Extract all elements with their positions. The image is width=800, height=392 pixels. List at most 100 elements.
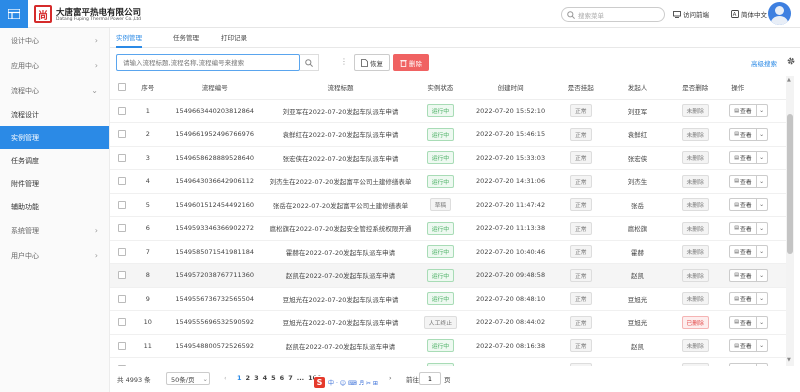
table-row[interactable]: 3 1549658628889528640 张宏侠在2022-07-20发起车队派车… xyxy=(110,146,786,170)
checkbox[interactable] xyxy=(117,130,126,139)
view-button[interactable]: ▤查看 xyxy=(730,318,755,327)
checkbox[interactable] xyxy=(117,271,126,280)
sidebar-item-0[interactable]: 流程设计 xyxy=(0,103,109,126)
col-header-deleted[interactable]: 是否删除 xyxy=(667,76,724,100)
ime-item[interactable]: ⊞ xyxy=(373,380,378,387)
table-row[interactable]: 2 1549661952496766976 袁鲜红在2022-07-20发起车队派车… xyxy=(110,122,786,147)
row-checkbox[interactable] xyxy=(110,193,134,217)
advanced-search-link[interactable]: 高级搜索 xyxy=(751,58,777,68)
view-button[interactable]: ▤查看 xyxy=(730,294,755,304)
chevron-down-icon[interactable]: ⌄ xyxy=(755,222,767,234)
chevron-down-icon[interactable]: ⌄ xyxy=(755,199,767,211)
scroll-down-icon[interactable]: ▼ xyxy=(787,357,791,363)
ime-item[interactable]: ♬ xyxy=(359,380,364,387)
page-number[interactable]: ... xyxy=(297,374,304,382)
view-button[interactable]: ▤查看 xyxy=(730,130,755,139)
checkbox[interactable] xyxy=(117,224,126,233)
chevron-down-icon[interactable]: ⌄ xyxy=(755,316,767,328)
ime-item[interactable]: · xyxy=(336,380,338,387)
keyword-search-input[interactable] xyxy=(116,54,300,71)
checkbox[interactable] xyxy=(117,247,126,256)
table-scrollbar[interactable]: ▲ ▼ xyxy=(786,76,794,366)
row-checkbox[interactable] xyxy=(110,216,134,241)
chevron-down-icon[interactable]: ⌄ xyxy=(755,293,767,305)
sidebar-item-2[interactable]: 任务调度 xyxy=(0,149,109,172)
checkbox[interactable] xyxy=(117,177,126,186)
page-size-select[interactable]: 50条/页 ⌄ xyxy=(166,372,210,385)
view-button[interactable]: ▤查看 xyxy=(730,224,755,233)
view-button[interactable]: ▤查看 xyxy=(730,200,755,210)
page-number[interactable]: 3 xyxy=(254,374,259,382)
chevron-down-icon[interactable]: ⌄ xyxy=(755,246,767,258)
view-button[interactable]: ▤查看 xyxy=(730,271,755,280)
page-number[interactable]: 6 xyxy=(280,374,285,382)
sidebar-item-4[interactable]: 辅助功能 xyxy=(0,195,109,218)
col-header-title[interactable]: 流程标题 xyxy=(267,76,414,100)
table-row[interactable]: 7 1549585071541981184 霍赫在2022-07-20发起车队派车申… xyxy=(110,240,786,264)
table-row[interactable]: 121549428352739944480张琨在2022-07-19发起公务接待… xyxy=(110,357,786,366)
row-checkbox[interactable] xyxy=(110,263,134,288)
ime-logo[interactable]: S xyxy=(314,377,325,388)
col-header-suspend[interactable]: 是否挂起 xyxy=(553,76,608,100)
row-checkbox[interactable] xyxy=(110,334,134,358)
sidebar-item-1[interactable]: 实例管理 xyxy=(0,126,109,149)
ime-item[interactable]: 中 xyxy=(328,380,334,387)
sidebar-group-bottom-1[interactable]: 用户中心 › xyxy=(0,243,109,268)
sidebar-group-1[interactable]: 应用中心 › xyxy=(0,53,109,78)
sidebar-group-0[interactable]: 设计中心 › xyxy=(0,28,109,53)
row-checkbox[interactable] xyxy=(110,287,134,311)
checkbox[interactable] xyxy=(117,318,126,327)
page-number[interactable]: 1 xyxy=(237,374,242,382)
col-header-time[interactable]: 创建时间 xyxy=(467,76,554,100)
delete-button[interactable]: 删除 xyxy=(393,54,429,71)
more-vertical-icon[interactable]: ⋮ xyxy=(340,57,348,66)
sidebar-group-bottom-0[interactable]: 系统管理 › xyxy=(0,218,109,243)
row-checkbox[interactable] xyxy=(110,357,134,366)
column-settings-button[interactable] xyxy=(786,56,796,68)
table-row[interactable]: 5 1549601512454492160 张岳在2022-07-20发起富平公司土… xyxy=(110,193,786,217)
row-checkbox[interactable] xyxy=(110,146,134,170)
checkbox[interactable] xyxy=(117,153,126,162)
view-button[interactable]: ▤查看 xyxy=(730,153,755,163)
page-number[interactable]: 5 xyxy=(271,374,276,382)
chevron-down-icon[interactable]: ⌄ xyxy=(755,152,767,164)
view-button[interactable]: ▤查看 xyxy=(730,247,755,257)
ime-item[interactable]: ✂ xyxy=(366,380,371,387)
chevron-down-icon[interactable]: ⌄ xyxy=(755,340,767,352)
view-button[interactable]: ▤查看 xyxy=(730,341,755,351)
chevron-down-icon[interactable]: ⌄ xyxy=(755,105,767,117)
row-checkbox[interactable] xyxy=(110,310,134,335)
chevron-down-icon[interactable]: ⌄ xyxy=(755,128,767,140)
menu-toggle-button[interactable] xyxy=(0,0,28,28)
restore-button[interactable]: 恢复 xyxy=(354,54,390,71)
table-row[interactable]: 8 1549572038767711360 赵凯在2022-07-20发起车队派车申… xyxy=(110,263,786,288)
table-row[interactable]: 1 1549663440203812864 刘亚军在2022-07-20发起车队派车… xyxy=(110,99,786,123)
col-header-id[interactable]: 流程编号 xyxy=(161,76,268,100)
select-all-checkbox[interactable] xyxy=(110,76,134,100)
next-page-icon[interactable]: › xyxy=(389,374,392,382)
checkbox[interactable] xyxy=(117,341,126,350)
frontend-link[interactable]: 访问前端 xyxy=(673,9,709,19)
keyword-search-button[interactable] xyxy=(300,54,319,71)
table-row[interactable]: 10 1549555696532590592 豆旭光在2022-07-20发起车队派… xyxy=(110,310,786,335)
sidebar-item-3[interactable]: 附件管理 xyxy=(0,172,109,195)
goto-page-input[interactable] xyxy=(419,372,441,385)
checkbox[interactable] xyxy=(117,200,126,209)
ime-item[interactable]: ⌨ xyxy=(348,380,357,387)
prev-page-icon[interactable]: ‹ xyxy=(224,374,227,382)
row-checkbox[interactable] xyxy=(110,99,134,123)
ime-item[interactable]: ☺ xyxy=(340,380,346,387)
page-number[interactable]: 4 xyxy=(263,374,268,382)
table-row[interactable]: 11 1549548800572526592 赵凯在2022-07-20发起车队派车… xyxy=(110,334,786,358)
view-button[interactable]: ▤查看 xyxy=(730,177,755,186)
page-number[interactable]: 7 xyxy=(288,374,293,382)
row-checkbox[interactable] xyxy=(110,122,134,147)
chevron-down-icon[interactable]: ⌄ xyxy=(755,175,767,187)
row-checkbox[interactable] xyxy=(110,240,134,264)
scrollbar-thumb[interactable] xyxy=(787,114,793,254)
tab-task-management[interactable]: 任务管理 xyxy=(173,28,199,48)
language-switch[interactable]: A 简体中文 xyxy=(731,9,767,19)
checkbox[interactable] xyxy=(117,294,126,303)
table-row[interactable]: 4 1549643036642906112 刘杰生在2022-07-20发起富平公司… xyxy=(110,169,786,194)
table-row[interactable]: 9 1549556736732565504 豆旭光在2022-07-20发起车队派车… xyxy=(110,287,786,311)
